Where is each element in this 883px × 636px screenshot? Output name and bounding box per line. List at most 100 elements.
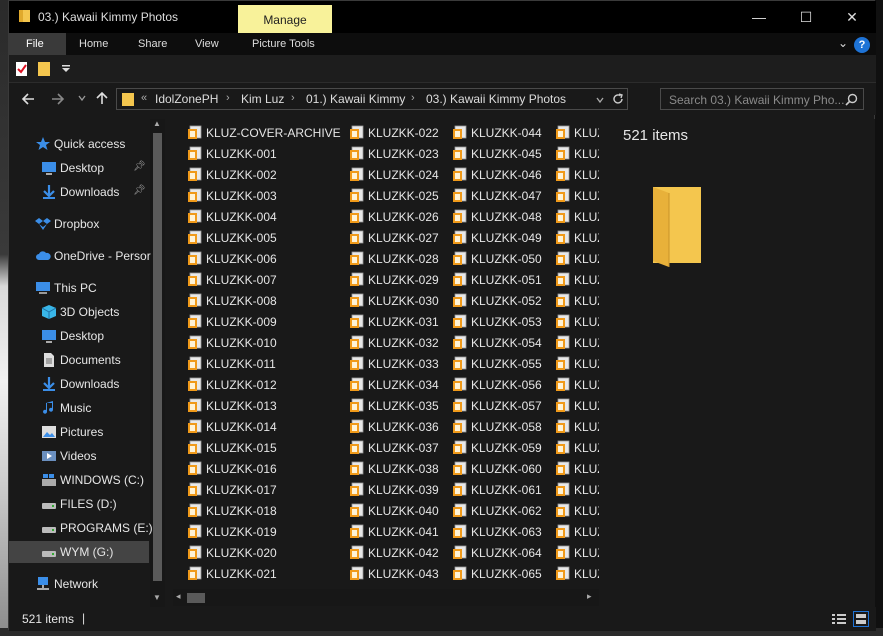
scroll-right-icon[interactable]: ▸ <box>587 591 592 602</box>
scroll-left-icon[interactable]: ◂ <box>176 591 181 602</box>
maximize-button[interactable]: ☐ <box>783 5 829 29</box>
address-dropdown-icon[interactable] <box>595 95 605 105</box>
nav-item-programs-e[interactable]: PROGRAMS (E:) <box>9 517 153 539</box>
image-file-icon <box>453 398 467 412</box>
nav-item-desktop[interactable]: Desktop 📌︎ <box>9 157 149 179</box>
nav-item-wym-g[interactable]: WYM (G:) <box>9 541 149 563</box>
file-name: KLUZ <box>574 399 599 413</box>
breadcrumb-overflow[interactable]: « <box>141 92 147 104</box>
breadcrumb-current-folder[interactable]: 03.) Kawaii Kimmy Photos <box>426 92 566 106</box>
nav-item-documents[interactable]: Documents <box>9 349 149 371</box>
nav-item-videos[interactable]: Videos <box>9 445 149 467</box>
file-name: KLUZKK-002 <box>206 168 277 182</box>
breadcrumb-idolzoneph[interactable]: IdolZonePH <box>155 92 218 106</box>
nav-item-quick-access[interactable]: Quick access <box>9 133 149 155</box>
search-icon[interactable] <box>845 93 858 106</box>
image-file-icon <box>453 188 467 202</box>
preview-item-count: 521 items <box>623 127 689 144</box>
large-icons-view-icon[interactable] <box>853 611 869 627</box>
nav-item-desktop[interactable]: Desktop <box>9 325 149 347</box>
drive-icon <box>42 503 56 509</box>
address-bar[interactable]: « IdolZonePH › Kim Luz › 01.) Kawaii Kim… <box>116 88 628 110</box>
image-file-icon <box>556 377 570 391</box>
nav-item-dropbox[interactable]: Dropbox <box>9 213 149 235</box>
file-name: KLUZ-COVER-ARCHIVE <box>206 126 341 140</box>
nav-item-files-d[interactable]: FILES (D:) <box>9 493 149 515</box>
back-arrow-icon[interactable] <box>18 91 38 107</box>
horizontal-scrollbar-thumb[interactable] <box>187 593 205 603</box>
file-name: KLUZKK-033 <box>368 357 439 371</box>
image-file-icon <box>556 293 570 307</box>
tab-view[interactable]: View <box>185 33 229 55</box>
chevron-right-icon[interactable]: › <box>291 92 295 104</box>
tab-share[interactable]: Share <box>128 33 177 55</box>
minimize-button[interactable]: — <box>736 5 782 29</box>
new-folder-icon[interactable] <box>37 60 51 77</box>
ribbon-tabs: File Home Share View Picture Tools ⌄ ? <box>9 33 876 55</box>
refresh-icon[interactable] <box>611 92 625 106</box>
pin-icon[interactable]: 📌︎ <box>133 161 146 172</box>
tab-picture-tools[interactable]: Picture Tools <box>242 33 325 55</box>
file-name: KLUZKK-044 <box>471 126 542 140</box>
chevron-right-icon[interactable]: › <box>411 92 415 104</box>
nav-item-onedrive-persor[interactable]: OneDrive - Persor <box>9 245 151 267</box>
manage-tab[interactable]: Manage <box>238 5 332 34</box>
details-view-icon[interactable] <box>831 612 847 626</box>
search-input[interactable]: Search 03.) Kawaii Kimmy Pho... <box>660 88 864 110</box>
file-name: KLUZKK-055 <box>471 357 542 371</box>
pin-icon[interactable]: 📌︎ <box>133 185 146 196</box>
image-file-icon <box>453 377 467 391</box>
collapse-ribbon-icon[interactable]: ⌄ <box>838 36 848 50</box>
nav-item-downloads[interactable]: Downloads 📌︎ <box>9 181 149 203</box>
forward-arrow-icon[interactable] <box>48 91 68 107</box>
image-file-icon <box>350 314 364 328</box>
recent-chevron-down-icon[interactable] <box>72 93 92 103</box>
breadcrumb-kim-luz[interactable]: Kim Luz <box>241 92 284 106</box>
file-name: KLUZKK-048 <box>471 210 542 224</box>
file-name: KLUZ <box>574 294 599 308</box>
nav-scrollbar-thumb[interactable] <box>153 133 162 581</box>
nav-item-label: This PC <box>54 281 97 295</box>
title-bar[interactable]: 03.) Kawaii Kimmy Photos Manage — ☐ ✕ <box>9 1 876 34</box>
drive-icon <box>42 551 56 557</box>
file-name: KLUZKK-026 <box>368 210 439 224</box>
file-name: KLUZKK-008 <box>206 294 277 308</box>
folder-icon <box>122 93 134 106</box>
customize-toolbar-icon[interactable] <box>61 65 71 73</box>
file-name: KLUZKK-040 <box>368 504 439 518</box>
folder-preview-icon <box>653 187 701 267</box>
chevron-right-icon[interactable]: › <box>226 92 230 104</box>
image-file-icon <box>556 335 570 349</box>
nav-item-music[interactable]: Music <box>9 397 149 419</box>
desktop-icon <box>42 162 56 175</box>
image-file-icon <box>453 209 467 223</box>
nav-item-downloads[interactable]: Downloads <box>9 373 149 395</box>
tab-file[interactable]: File <box>9 33 66 55</box>
nav-item-pictures[interactable]: Pictures <box>9 421 149 443</box>
close-button[interactable]: ✕ <box>829 5 875 29</box>
image-file-icon <box>556 545 570 559</box>
up-arrow-icon[interactable] <box>92 90 112 106</box>
nav-item-label: Downloads <box>60 185 120 199</box>
file-name: KLUZ <box>574 189 599 203</box>
file-name: KLUZKK-065 <box>471 567 542 581</box>
properties-icon[interactable] <box>15 61 29 77</box>
tab-home[interactable]: Home <box>69 33 118 55</box>
file-name: KLUZKK-015 <box>206 441 277 455</box>
image-file-icon <box>188 167 202 181</box>
nav-item-windows-c[interactable]: WINDOWS (C:) <box>9 469 149 491</box>
image-file-icon <box>188 566 202 580</box>
navigation-pane[interactable]: ▲ ▼ Quick access Desktop 📌︎ Downloads 📌︎ Drop… <box>9 119 165 607</box>
file-name: KLUZKK-047 <box>471 189 542 203</box>
file-name: KLUZKK-062 <box>471 504 542 518</box>
image-file-icon <box>350 482 364 496</box>
file-list[interactable]: KLUZ-COVER-ARCHIVE KLUZKK-001 KLUZKK-002 KL… <box>173 119 599 589</box>
image-file-icon <box>188 545 202 559</box>
nav-item-network[interactable]: Network <box>9 573 149 595</box>
file-name: KLUZKK-043 <box>368 567 439 581</box>
breadcrumb-kawaii-kimmy[interactable]: 01.) Kawaii Kimmy <box>306 92 405 106</box>
nav-item-this-pc[interactable]: This PC <box>9 277 149 299</box>
help-icon[interactable]: ? <box>854 37 870 53</box>
nav-item-3d-objects[interactable]: 3D Objects <box>9 301 149 323</box>
horizontal-scrollbar[interactable]: ◂ ▸ <box>173 589 599 606</box>
